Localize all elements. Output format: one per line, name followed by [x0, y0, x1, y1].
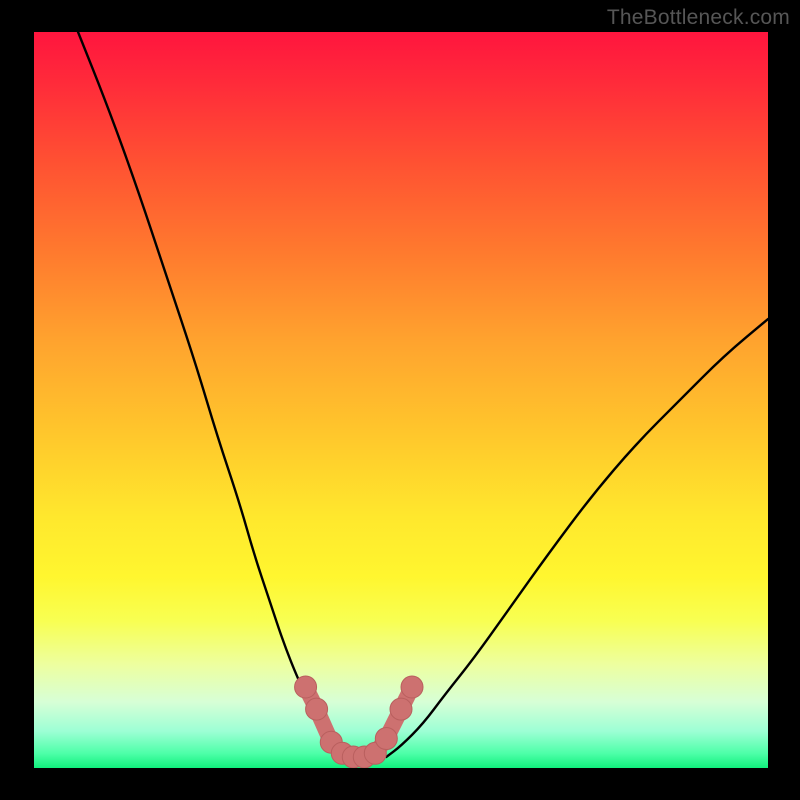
trough-marker-group [295, 676, 423, 768]
trough-marker-dot [390, 698, 412, 720]
trough-marker-dot [295, 676, 317, 698]
left-curve [78, 32, 342, 757]
trough-marker-dot [401, 676, 423, 698]
trough-marker-dot [306, 698, 328, 720]
trough-marker-dot [375, 728, 397, 750]
chart-frame: TheBottleneck.com [0, 0, 800, 800]
right-curve [386, 319, 768, 757]
curve-layer [34, 32, 768, 768]
plot-area [34, 32, 768, 768]
watermark-text: TheBottleneck.com [607, 6, 790, 30]
